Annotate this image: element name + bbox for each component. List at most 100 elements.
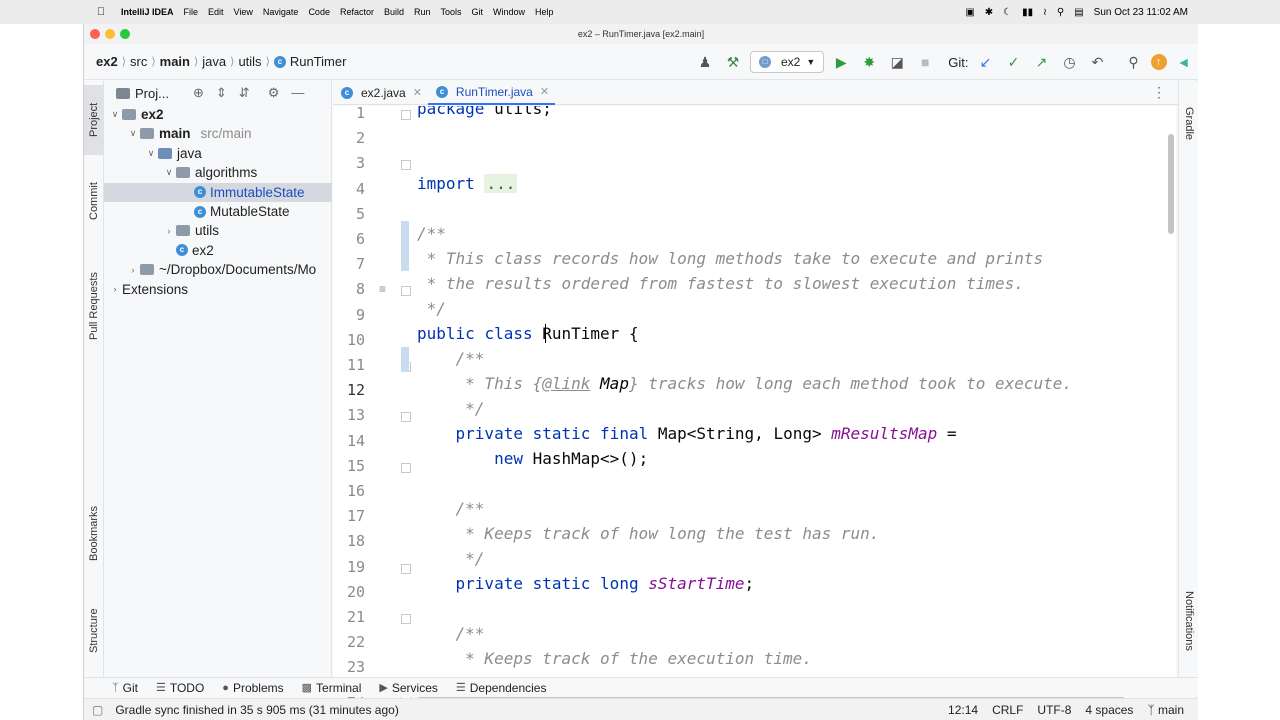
tree-item[interactable]: ∨ algorithms <box>104 163 332 182</box>
todo-tool-button[interactable]: ☰ TODO <box>156 681 204 695</box>
panel-toggle-icon[interactable]: ▢ <box>92 703 103 717</box>
chevron-down-icon[interactable]: ∨ <box>126 128 140 139</box>
apple-icon[interactable]:  <box>86 6 116 18</box>
fold-marker-icon[interactable] <box>401 614 411 624</box>
line-number[interactable]: 16 <box>325 482 365 500</box>
tree-item[interactable]: › ~/Dropbox/Documents/Mo <box>104 260 332 279</box>
settings-gear-icon[interactable]: ⚙ <box>268 85 280 101</box>
menu-app[interactable]: IntelliJ IDEA <box>116 7 179 17</box>
screen-record-icon[interactable]: ▣ <box>965 7 974 18</box>
code-editor[interactable]: package utils; import ... /** * This cla… <box>411 106 1176 677</box>
bookmarks-tool-tab[interactable]: Bookmarks <box>84 493 104 573</box>
tree-item[interactable]: › utils <box>104 221 332 240</box>
search-everywhere-icon[interactable]: ⚲ <box>1123 51 1145 73</box>
notifications-tool-tab[interactable]: Notifications <box>1179 571 1199 671</box>
cursor-position[interactable]: 12:14 <box>948 703 978 717</box>
close-window-button[interactable] <box>90 29 100 39</box>
line-number[interactable]: 1 <box>325 104 365 122</box>
run-icon[interactable]: ▶ <box>830 51 852 73</box>
chevron-right-icon[interactable]: › <box>108 284 122 294</box>
line-number[interactable]: 3 <box>325 154 365 172</box>
menu-navigate[interactable]: Navigate <box>258 7 304 17</box>
git-branch-status[interactable]: ᛉ main <box>1147 703 1184 717</box>
fold-marker-icon[interactable] <box>401 412 411 423</box>
update-icon[interactable]: ↑ <box>1150 54 1167 70</box>
pull-requests-tool-tab[interactable]: Pull Requests <box>84 251 104 361</box>
line-number[interactable]: 6 <box>325 230 365 248</box>
line-number[interactable]: 20 <box>325 583 365 601</box>
project-panel-title[interactable]: Proj... <box>135 86 169 101</box>
tree-item[interactable]: › Extensions <box>104 280 332 299</box>
search-icon[interactable]: ⚲ <box>1057 7 1064 18</box>
line-number[interactable]: 19 <box>325 558 365 576</box>
minimize-window-button[interactable] <box>105 29 115 39</box>
git-push-icon[interactable]: ↗ <box>1031 51 1053 73</box>
debug-bug-icon[interactable]: ✸ <box>858 51 880 73</box>
tab-ex2-java[interactable]: c ex2.java ✕ <box>333 81 428 105</box>
line-number[interactable]: 7 <box>325 255 365 273</box>
crumb-java[interactable]: java <box>202 54 226 69</box>
line-number[interactable]: 13 <box>325 406 365 424</box>
line-number[interactable]: 23 <box>325 658 365 676</box>
menu-tools[interactable]: Tools <box>436 7 467 17</box>
crumb-main[interactable]: main <box>160 54 190 69</box>
moon-icon[interactable]: ☾ <box>1003 7 1012 18</box>
user-icon[interactable]: ♟ <box>694 51 716 73</box>
line-number[interactable]: 2 <box>325 129 365 147</box>
crumb-utils[interactable]: utils <box>238 54 261 69</box>
fold-marker-icon[interactable] <box>401 286 411 297</box>
render-doc-icon[interactable]: ≡ <box>379 282 386 296</box>
collapsed-imports[interactable]: ... <box>484 174 518 193</box>
menu-file[interactable]: File <box>179 7 204 17</box>
line-number[interactable]: 10 <box>325 331 365 349</box>
git-update-icon[interactable]: ↙ <box>975 51 997 73</box>
gradle-tool-tab[interactable]: Gradle <box>1179 89 1199 159</box>
line-number[interactable]: 14 <box>325 432 365 450</box>
fold-marker-icon[interactable] <box>401 110 411 120</box>
line-number[interactable]: 11 <box>325 356 365 374</box>
plugin-icon[interactable]: ◄ <box>1173 51 1195 73</box>
fold-marker-icon[interactable] <box>401 563 411 574</box>
vertical-scrollbar[interactable] <box>1168 134 1174 234</box>
structure-tool-tab[interactable]: Structure <box>84 591 104 671</box>
collapse-all-icon[interactable]: ⇵ <box>239 85 250 101</box>
tab-runtimer-java[interactable]: c RunTimer.java ✕ <box>427 81 556 105</box>
git-tool-button[interactable]: ᛉ Git <box>112 681 138 695</box>
commit-tool-tab[interactable]: Commit <box>84 171 104 231</box>
line-number[interactable]: 9 <box>325 306 365 324</box>
fold-marker-icon[interactable] <box>401 462 411 473</box>
problems-tool-button[interactable]: ● Problems <box>222 681 283 695</box>
control-center-icon[interactable]: ▤ <box>1074 7 1083 18</box>
line-number[interactable]: 18 <box>325 532 365 550</box>
line-number[interactable]: 4 <box>325 180 365 198</box>
close-tab-icon[interactable]: ✕ <box>540 85 549 98</box>
zoom-window-button[interactable] <box>120 29 130 39</box>
locate-target-icon[interactable]: ⊕ <box>193 85 204 101</box>
expand-all-icon[interactable]: ⇕ <box>216 85 227 101</box>
wifi-icon[interactable]: ≀ <box>1043 7 1047 18</box>
chevron-right-icon[interactable]: › <box>162 226 176 236</box>
file-encoding[interactable]: UTF-8 <box>1037 703 1071 717</box>
dependencies-tool-button[interactable]: ☰ Dependencies <box>456 681 547 695</box>
services-tool-button[interactable]: ▶ Services <box>379 681 437 695</box>
tree-item[interactable]: ∨ java <box>104 144 332 163</box>
fold-marker-icon[interactable] <box>401 160 411 171</box>
close-tab-icon[interactable]: ✕ <box>413 86 422 99</box>
menu-build[interactable]: Build <box>379 7 409 17</box>
rollback-icon[interactable]: ↶ <box>1087 51 1109 73</box>
chevron-down-icon[interactable]: ∨ <box>162 167 176 178</box>
tree-item[interactable]: ∨ main src/main <box>104 124 332 143</box>
indent-setting[interactable]: 4 spaces <box>1085 703 1133 717</box>
tree-item[interactable]: c ex2 <box>104 241 332 260</box>
line-number[interactable]: 17 <box>325 507 365 525</box>
line-number[interactable]: 21 <box>325 608 365 626</box>
line-separator[interactable]: CRLF <box>992 703 1023 717</box>
stop-icon[interactable]: ■ <box>914 51 936 73</box>
gear-status-icon[interactable]: ✱ <box>985 7 993 18</box>
line-number[interactable]: 5 <box>325 205 365 223</box>
history-icon[interactable]: ◷ <box>1059 51 1081 73</box>
menu-code[interactable]: Code <box>303 7 335 17</box>
run-config-select[interactable]: □ ex2 ▼ <box>750 51 825 73</box>
more-options-icon[interactable]: ⋮ <box>1152 84 1166 101</box>
coverage-icon[interactable]: ◪ <box>886 51 908 73</box>
